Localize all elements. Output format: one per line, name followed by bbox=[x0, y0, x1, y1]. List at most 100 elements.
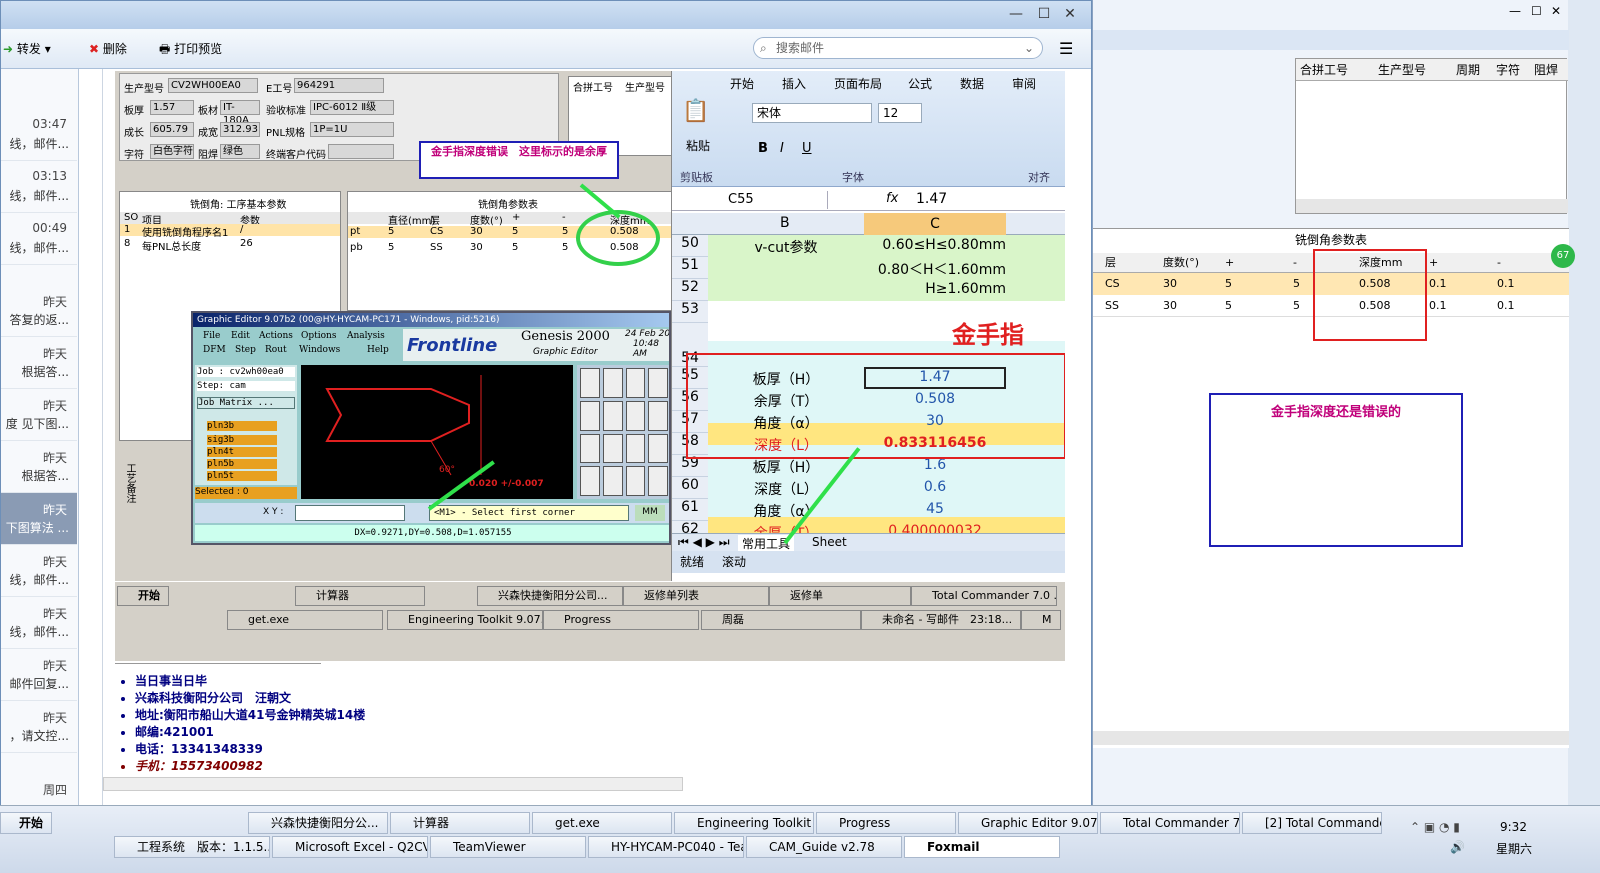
list-item[interactable]: 03:13 线，邮件... bbox=[1, 161, 77, 213]
tray-icons[interactable]: ⌃ ▣ ◔ ▮ bbox=[1410, 820, 1460, 834]
list-item[interactable]: 00:49 线，邮件... bbox=[1, 213, 77, 265]
cell-c[interactable]: H≥1.60mm bbox=[864, 281, 1006, 297]
name-box[interactable]: C55 bbox=[678, 191, 828, 209]
task-toolkit[interactable]: Engineering Toolkit 9.... bbox=[674, 812, 814, 834]
col-header[interactable]: 阻焊 bbox=[1534, 59, 1558, 81]
task-graphic-editor[interactable]: Graphic Editor 9.07b2... bbox=[958, 812, 1098, 834]
inner-task-toolkit[interactable]: Engineering Toolkit 9.07... bbox=[387, 610, 543, 630]
list-item[interactable]: 昨天 根据答... bbox=[1, 337, 77, 389]
close-button[interactable]: ✕ bbox=[1059, 5, 1081, 23]
col-header[interactable]: 字符 bbox=[1496, 59, 1520, 81]
row-header[interactable]: 51 bbox=[672, 257, 708, 279]
menu-analysis[interactable]: Analysis bbox=[347, 331, 385, 341]
notification-badge[interactable]: 67 bbox=[1551, 244, 1575, 268]
inner-task-compose[interactable]: 未命名 - 写邮件 23:18... bbox=[861, 610, 1021, 630]
volume-icon[interactable]: 🔊 bbox=[1450, 840, 1465, 854]
tool-icon[interactable] bbox=[648, 368, 668, 398]
inner-task-repair-list[interactable]: 返修单列表 bbox=[623, 586, 769, 606]
menu-actions[interactable]: Actions bbox=[259, 331, 293, 341]
row-header[interactable]: 61 bbox=[672, 499, 708, 521]
tab-data[interactable]: 数据 bbox=[960, 75, 984, 92]
cell-c[interactable]: 0.6 bbox=[864, 479, 1006, 495]
tool-icon[interactable] bbox=[625, 368, 646, 398]
mask-field[interactable]: 绿色 bbox=[220, 144, 260, 159]
list-item[interactable]: 昨天 ，请文控... bbox=[1, 701, 77, 753]
bold-button[interactable]: B bbox=[758, 141, 768, 156]
cell-b[interactable]: v-cut参数 bbox=[708, 237, 864, 257]
row-header[interactable]: 53 bbox=[672, 301, 708, 323]
col-header[interactable]: 周期 bbox=[1456, 59, 1480, 81]
col-header[interactable]: 层 bbox=[1105, 253, 1116, 273]
task-foxmail[interactable]: Foxmail bbox=[904, 836, 1060, 858]
col-b-header[interactable]: B bbox=[780, 215, 790, 231]
tab-insert[interactable]: 插入 bbox=[782, 75, 806, 92]
wid-field[interactable]: 312.93 bbox=[220, 122, 260, 137]
cell-c[interactable]: 45 bbox=[864, 501, 1006, 517]
underline-button[interactable]: U bbox=[802, 141, 812, 156]
task-totalcmd-2[interactable]: [2] Total Commander... bbox=[1242, 812, 1382, 834]
row-header[interactable]: 52 bbox=[672, 279, 708, 301]
char-field[interactable]: 白色字符 bbox=[150, 144, 194, 159]
close-button[interactable]: ✕ bbox=[1551, 4, 1561, 18]
tool-icon[interactable] bbox=[580, 466, 600, 496]
pnl-field[interactable]: 1P=1U bbox=[310, 122, 394, 137]
inner-task-zhoulei[interactable]: 周磊 bbox=[701, 610, 861, 630]
genesis-canvas[interactable]: 60° 0.020 +/-0.007 bbox=[301, 365, 573, 499]
menu-windows[interactable]: Windows bbox=[299, 345, 340, 355]
task-totalcmd[interactable]: Total Commander 7.0... bbox=[1100, 812, 1240, 834]
inner-task-get[interactable]: get.exe bbox=[227, 610, 383, 630]
forward-button[interactable]: ➜ 转发 ▾ bbox=[3, 39, 51, 59]
col-c-header[interactable]: C bbox=[864, 213, 1006, 235]
tool-icon[interactable] bbox=[602, 433, 623, 464]
inner-task-browser[interactable]: 兴森快捷衡阳分公司... bbox=[477, 586, 623, 606]
cell-c[interactable]: 1.6 bbox=[864, 457, 1006, 473]
start-button[interactable]: 开始 bbox=[0, 812, 52, 834]
col-header[interactable]: + bbox=[1225, 253, 1234, 273]
task-calc[interactable]: 计算器 bbox=[390, 812, 530, 834]
size-select[interactable]: 12 bbox=[878, 103, 922, 123]
minimize-button[interactable]: — bbox=[1509, 4, 1521, 18]
tool-icon[interactable] bbox=[648, 400, 668, 431]
menu-help[interactable]: Help bbox=[367, 345, 389, 355]
mat-field[interactable]: IT-180A bbox=[220, 100, 260, 126]
tool-icon[interactable] bbox=[625, 466, 646, 496]
eno-field[interactable]: 964291 bbox=[294, 78, 384, 93]
tab-formula[interactable]: 公式 bbox=[908, 75, 932, 92]
col-header[interactable]: 度数(°) bbox=[1163, 253, 1199, 273]
task-progress[interactable]: Progress bbox=[816, 812, 956, 834]
list-item[interactable]: 昨天 邮件回复... bbox=[1, 649, 77, 701]
menu-icon[interactable]: ☰ bbox=[1059, 39, 1073, 58]
menu-edit[interactable]: Edit bbox=[231, 331, 250, 341]
menu-file[interactable]: File bbox=[203, 331, 220, 341]
col-header[interactable]: - bbox=[1497, 253, 1501, 273]
inner-task-totalcmd[interactable]: Total Commander 7.0 ... bbox=[911, 586, 1057, 606]
horizontal-scrollbar[interactable] bbox=[1093, 731, 1569, 745]
layer-item[interactable]: pln5t bbox=[207, 471, 277, 481]
minimize-button[interactable]: — bbox=[1005, 5, 1027, 23]
chevron-down-icon[interactable]: ⌄ bbox=[1024, 38, 1034, 58]
tab-home[interactable]: 开始 bbox=[730, 75, 754, 92]
col-header[interactable]: - bbox=[1293, 253, 1297, 273]
model-field[interactable]: CV2WH00EA0 bbox=[168, 78, 258, 93]
layer-item[interactable]: pln5b bbox=[207, 459, 277, 469]
cell-b[interactable]: 深度（L） bbox=[708, 479, 864, 499]
task-teamviewer[interactable]: TeamViewer bbox=[430, 836, 586, 858]
delete-button[interactable]: ✖ 删除 bbox=[89, 39, 127, 59]
tool-icon[interactable] bbox=[580, 433, 600, 464]
col-header[interactable]: + bbox=[1429, 253, 1438, 273]
layer-item[interactable]: pln4t bbox=[207, 447, 277, 457]
tool-icon[interactable] bbox=[580, 400, 600, 431]
tool-icon[interactable] bbox=[602, 368, 623, 398]
menu-dfm[interactable]: DFM bbox=[203, 345, 226, 355]
cell-b[interactable]: 角度（α） bbox=[708, 501, 864, 521]
std-field[interactable]: IPC-6012 Ⅱ级 bbox=[310, 100, 394, 115]
task-teamviewer-2[interactable]: HY-HYCAM-PC040 - Tea... bbox=[588, 836, 744, 858]
list-item-selected[interactable]: 昨天 下图算法 ... bbox=[1, 493, 77, 545]
tool-icon[interactable] bbox=[580, 368, 600, 398]
maximize-button[interactable]: ☐ bbox=[1531, 4, 1542, 18]
tool-icon[interactable] bbox=[602, 466, 623, 496]
font-select[interactable]: 宋体 bbox=[752, 103, 872, 123]
horizontal-scrollbar[interactable] bbox=[1296, 199, 1568, 213]
task-cam-guide[interactable]: CAM_Guide v2.78 bbox=[746, 836, 902, 858]
search-input[interactable]: ⌕ 搜索邮件 ⌄ bbox=[753, 37, 1043, 59]
